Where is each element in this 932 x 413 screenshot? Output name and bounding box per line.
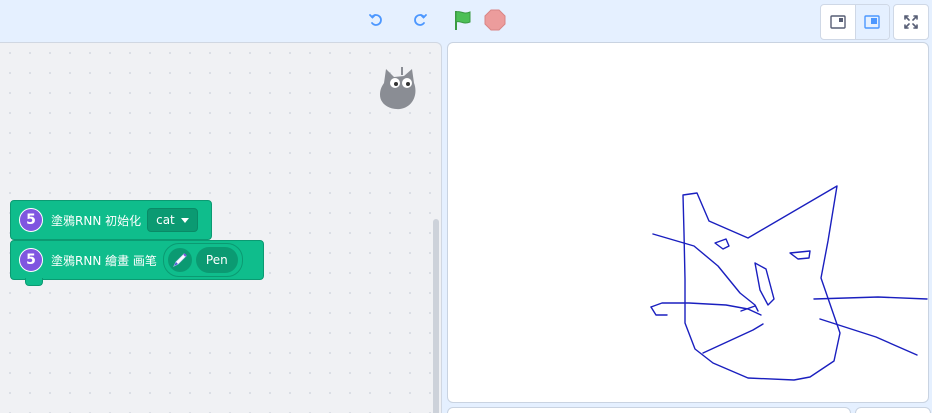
- stage-pane-edge: [855, 407, 931, 413]
- extension-badge: 5: [19, 248, 43, 272]
- workspace-scrollbar[interactable]: [433, 219, 439, 413]
- sprite-pane-edge: [447, 407, 851, 413]
- large-stage-icon: [864, 15, 880, 29]
- small-stage-button[interactable]: [821, 5, 855, 39]
- redo-icon[interactable]: [408, 8, 432, 32]
- stage-size-toggle: [820, 4, 890, 40]
- model-dropdown[interactable]: cat: [147, 208, 198, 232]
- cat-doodle: [650, 185, 928, 381]
- pen-reporter[interactable]: Pen: [162, 243, 243, 277]
- dropdown-value: cat: [156, 213, 175, 227]
- stage[interactable]: [447, 42, 929, 403]
- pen-text: Pen: [195, 247, 238, 273]
- cat-sprite-icon: [380, 67, 416, 110]
- chevron-down-icon: [180, 217, 189, 223]
- fullscreen-icon: [904, 15, 918, 29]
- small-stage-icon: [830, 15, 846, 29]
- stop-icon[interactable]: [483, 8, 507, 32]
- editor-root: 5 塗鴉RNN 初始化 cat 5 塗鴉RNN 繪畫 画笔 Pen: [0, 0, 932, 413]
- block-notch: [25, 278, 43, 286]
- top-toolbar: [0, 0, 932, 42]
- code-workspace[interactable]: 5 塗鴉RNN 初始化 cat 5 塗鴉RNN 繪畫 画笔 Pen: [0, 42, 442, 413]
- rnn-init-block[interactable]: 5 塗鴉RNN 初始化 cat: [10, 200, 212, 240]
- block-label: 塗鴉RNN 初始化: [51, 213, 142, 228]
- large-stage-button[interactable]: [854, 5, 889, 39]
- undo-icon[interactable]: [364, 8, 388, 32]
- pen-icon: [167, 248, 192, 272]
- rnn-draw-block[interactable]: 5 塗鴉RNN 繪畫 画笔 Pen: [10, 240, 264, 286]
- block-label: 塗鴉RNN 繪畫 画笔: [51, 253, 157, 268]
- fullscreen-button[interactable]: [893, 4, 929, 40]
- extension-badge: 5: [19, 208, 43, 232]
- green-flag-icon[interactable]: [451, 8, 475, 32]
